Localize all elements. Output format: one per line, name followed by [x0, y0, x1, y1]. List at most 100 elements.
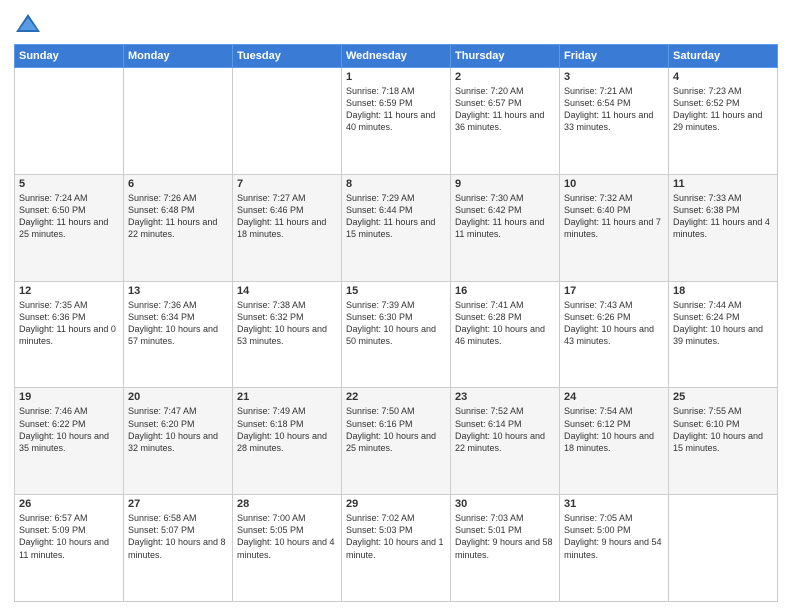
day-number: 15 — [346, 285, 446, 297]
calendar-cell: 18 Sunrise: 7:44 AM Sunset: 6:24 PM Dayli… — [669, 281, 778, 388]
calendar-cell — [233, 68, 342, 175]
calendar-week-4: 19 Sunrise: 7:46 AM Sunset: 6:22 PM Dayli… — [15, 388, 778, 495]
day-info: Sunrise: 7:47 AM Sunset: 6:20 PM Dayligh… — [128, 405, 228, 454]
day-number: 31 — [564, 498, 664, 510]
day-number: 14 — [237, 285, 337, 297]
day-info: Sunrise: 7:46 AM Sunset: 6:22 PM Dayligh… — [19, 405, 119, 454]
calendar-cell: 1 Sunrise: 7:18 AM Sunset: 6:59 PM Daylig… — [342, 68, 451, 175]
day-number: 10 — [564, 178, 664, 190]
calendar-cell: 23 Sunrise: 7:52 AM Sunset: 6:14 PM Dayli… — [451, 388, 560, 495]
day-info: Sunrise: 7:30 AM Sunset: 6:42 PM Dayligh… — [455, 192, 555, 241]
day-info: Sunrise: 7:43 AM Sunset: 6:26 PM Dayligh… — [564, 299, 664, 348]
day-info: Sunrise: 7:36 AM Sunset: 6:34 PM Dayligh… — [128, 299, 228, 348]
day-number: 26 — [19, 498, 119, 510]
calendar-cell: 13 Sunrise: 7:36 AM Sunset: 6:34 PM Dayli… — [124, 281, 233, 388]
day-number: 28 — [237, 498, 337, 510]
calendar-cell: 24Sunrise: 7:54 AM Sunset: 6:12 PM Dayli… — [560, 388, 669, 495]
day-info: Sunrise: 7:41 AM Sunset: 6:28 PM Dayligh… — [455, 299, 555, 348]
day-info: Sunrise: 7:29 AM Sunset: 6:44 PM Dayligh… — [346, 192, 446, 241]
calendar-cell: 7 Sunrise: 7:27 AM Sunset: 6:46 PM Daylig… — [233, 174, 342, 281]
day-number: 4 — [673, 71, 773, 83]
calendar-cell: 19 Sunrise: 7:46 AM Sunset: 6:22 PM Dayli… — [15, 388, 124, 495]
calendar-cell: 5Sunrise: 7:24 AM Sunset: 6:50 PM Daylig… — [15, 174, 124, 281]
calendar-cell: 6 Sunrise: 7:26 AM Sunset: 6:48 PM Daylig… — [124, 174, 233, 281]
calendar-cell: 15 Sunrise: 7:39 AM Sunset: 6:30 PM Dayli… — [342, 281, 451, 388]
calendar-cell: 8 Sunrise: 7:29 AM Sunset: 6:44 PM Daylig… — [342, 174, 451, 281]
calendar-cell: 17Sunrise: 7:43 AM Sunset: 6:26 PM Dayli… — [560, 281, 669, 388]
calendar-week-1: 1 Sunrise: 7:18 AM Sunset: 6:59 PM Daylig… — [15, 68, 778, 175]
logo-icon — [14, 10, 42, 38]
day-number: 18 — [673, 285, 773, 297]
day-header-friday: Friday — [560, 45, 669, 68]
day-number: 9 — [455, 178, 555, 190]
calendar-cell: 2Sunrise: 7:20 AM Sunset: 6:57 PM Daylig… — [451, 68, 560, 175]
day-info: Sunrise: 7:02 AM Sunset: 5:03 PM Dayligh… — [346, 512, 446, 561]
day-info: Sunrise: 7:20 AM Sunset: 6:57 PM Dayligh… — [455, 85, 555, 134]
day-info: Sunrise: 7:26 AM Sunset: 6:48 PM Dayligh… — [128, 192, 228, 241]
day-info: Sunrise: 7:21 AM Sunset: 6:54 PM Dayligh… — [564, 85, 664, 134]
day-info: Sunrise: 7:00 AM Sunset: 5:05 PM Dayligh… — [237, 512, 337, 561]
day-info: Sunrise: 7:35 AM Sunset: 6:36 PM Dayligh… — [19, 299, 119, 348]
day-info: Sunrise: 7:39 AM Sunset: 6:30 PM Dayligh… — [346, 299, 446, 348]
day-number: 5 — [19, 178, 119, 190]
day-number: 22 — [346, 391, 446, 403]
calendar-cell: 30 Sunrise: 7:03 AM Sunset: 5:01 PM Dayli… — [451, 495, 560, 602]
day-number: 8 — [346, 178, 446, 190]
day-header-thursday: Thursday — [451, 45, 560, 68]
calendar-cell: 4Sunrise: 7:23 AM Sunset: 6:52 PM Daylig… — [669, 68, 778, 175]
calendar-cell: 31Sunrise: 7:05 AM Sunset: 5:00 PM Dayli… — [560, 495, 669, 602]
day-number: 16 — [455, 285, 555, 297]
day-info: Sunrise: 7:54 AM Sunset: 6:12 PM Dayligh… — [564, 405, 664, 454]
calendar-header-row: SundayMondayTuesdayWednesdayThursdayFrid… — [15, 45, 778, 68]
day-number: 7 — [237, 178, 337, 190]
day-info: Sunrise: 7:03 AM Sunset: 5:01 PM Dayligh… — [455, 512, 555, 561]
day-header-wednesday: Wednesday — [342, 45, 451, 68]
calendar-cell: 10 Sunrise: 7:32 AM Sunset: 6:40 PM Dayli… — [560, 174, 669, 281]
calendar-cell: 20 Sunrise: 7:47 AM Sunset: 6:20 PM Dayli… — [124, 388, 233, 495]
calendar-cell: 12 Sunrise: 7:35 AM Sunset: 6:36 PM Dayli… — [15, 281, 124, 388]
day-info: Sunrise: 7:44 AM Sunset: 6:24 PM Dayligh… — [673, 299, 773, 348]
day-info: Sunrise: 7:33 AM Sunset: 6:38 PM Dayligh… — [673, 192, 773, 241]
day-info: Sunrise: 7:49 AM Sunset: 6:18 PM Dayligh… — [237, 405, 337, 454]
header — [14, 10, 778, 38]
day-number: 3 — [564, 71, 664, 83]
day-header-tuesday: Tuesday — [233, 45, 342, 68]
logo — [14, 10, 46, 38]
calendar-cell: 27Sunrise: 6:58 AM Sunset: 5:07 PM Dayli… — [124, 495, 233, 602]
day-number: 21 — [237, 391, 337, 403]
day-number: 25 — [673, 391, 773, 403]
day-info: Sunrise: 7:50 AM Sunset: 6:16 PM Dayligh… — [346, 405, 446, 454]
calendar-cell: 16 Sunrise: 7:41 AM Sunset: 6:28 PM Dayli… — [451, 281, 560, 388]
day-info: Sunrise: 7:32 AM Sunset: 6:40 PM Dayligh… — [564, 192, 664, 241]
page: SundayMondayTuesdayWednesdayThursdayFrid… — [0, 0, 792, 612]
calendar-cell: 21 Sunrise: 7:49 AM Sunset: 6:18 PM Dayli… — [233, 388, 342, 495]
day-number: 20 — [128, 391, 228, 403]
calendar: SundayMondayTuesdayWednesdayThursdayFrid… — [14, 44, 778, 602]
calendar-cell — [15, 68, 124, 175]
day-header-sunday: Sunday — [15, 45, 124, 68]
day-info: Sunrise: 7:55 AM Sunset: 6:10 PM Dayligh… — [673, 405, 773, 454]
day-number: 12 — [19, 285, 119, 297]
day-number: 23 — [455, 391, 555, 403]
day-number: 13 — [128, 285, 228, 297]
day-number: 6 — [128, 178, 228, 190]
calendar-cell: 26 Sunrise: 6:57 AM Sunset: 5:09 PM Dayli… — [15, 495, 124, 602]
day-number: 11 — [673, 178, 773, 190]
day-info: Sunrise: 6:57 AM Sunset: 5:09 PM Dayligh… — [19, 512, 119, 561]
calendar-cell: 11 Sunrise: 7:33 AM Sunset: 6:38 PM Dayli… — [669, 174, 778, 281]
day-info: Sunrise: 7:27 AM Sunset: 6:46 PM Dayligh… — [237, 192, 337, 241]
day-header-monday: Monday — [124, 45, 233, 68]
day-number: 1 — [346, 71, 446, 83]
day-info: Sunrise: 6:58 AM Sunset: 5:07 PM Dayligh… — [128, 512, 228, 561]
calendar-cell: 29 Sunrise: 7:02 AM Sunset: 5:03 PM Dayli… — [342, 495, 451, 602]
day-number: 29 — [346, 498, 446, 510]
day-info: Sunrise: 7:18 AM Sunset: 6:59 PM Dayligh… — [346, 85, 446, 134]
day-number: 19 — [19, 391, 119, 403]
calendar-cell: 22 Sunrise: 7:50 AM Sunset: 6:16 PM Dayli… — [342, 388, 451, 495]
calendar-cell: 9 Sunrise: 7:30 AM Sunset: 6:42 PM Daylig… — [451, 174, 560, 281]
calendar-week-5: 26 Sunrise: 6:57 AM Sunset: 5:09 PM Dayli… — [15, 495, 778, 602]
day-number: 30 — [455, 498, 555, 510]
calendar-cell: 3 Sunrise: 7:21 AM Sunset: 6:54 PM Daylig… — [560, 68, 669, 175]
calendar-week-2: 5Sunrise: 7:24 AM Sunset: 6:50 PM Daylig… — [15, 174, 778, 281]
day-info: Sunrise: 7:52 AM Sunset: 6:14 PM Dayligh… — [455, 405, 555, 454]
